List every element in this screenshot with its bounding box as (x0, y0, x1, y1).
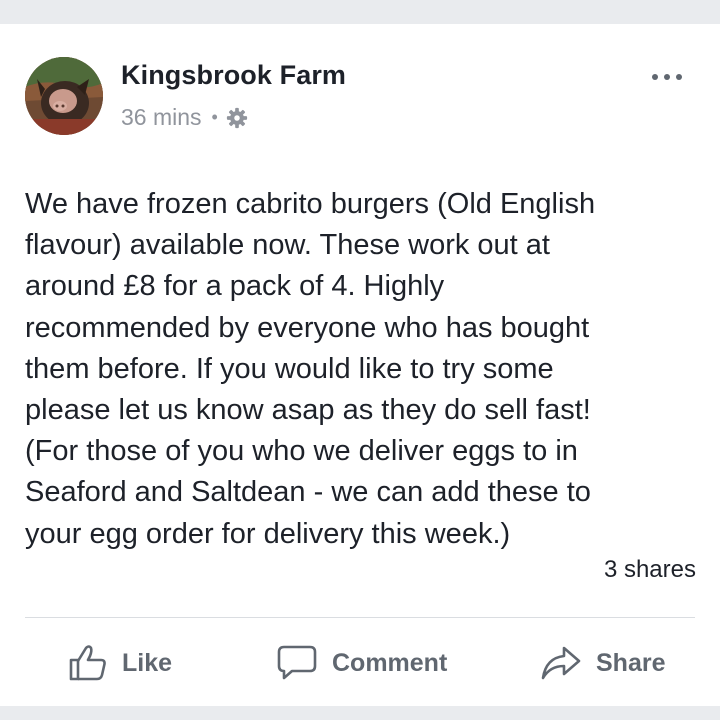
post-body-text: We have frozen cabrito burgers (Old Engl… (25, 188, 596, 550)
meta-separator: • (211, 107, 218, 127)
post-timestamp[interactable]: 36 mins (121, 104, 202, 131)
thumbs-up-icon (68, 644, 122, 682)
share-arrow-icon (540, 644, 596, 682)
feed-background-bottom (0, 706, 720, 720)
avatar-image (25, 57, 103, 135)
actions-divider (25, 617, 695, 618)
post-card: Kingsbrook Farm 36 mins • We have frozen… (0, 24, 720, 706)
gear-icon[interactable] (226, 107, 248, 129)
more-dots-icon[interactable] (650, 70, 684, 82)
share-button[interactable]: Share (540, 638, 665, 688)
share-label: Share (596, 648, 666, 677)
like-label: Like (122, 648, 173, 677)
author-name[interactable]: Kingsbrook Farm (121, 60, 346, 91)
avatar[interactable] (25, 57, 103, 135)
post-meta: 36 mins • (121, 104, 248, 131)
comment-bubble-icon (276, 644, 332, 682)
shares-count[interactable]: 3 shares (604, 556, 696, 584)
comment-label: Comment (332, 648, 448, 677)
feed-background-top (0, 0, 720, 24)
like-button[interactable]: Like (68, 638, 172, 688)
comment-button[interactable]: Comment (276, 638, 447, 688)
